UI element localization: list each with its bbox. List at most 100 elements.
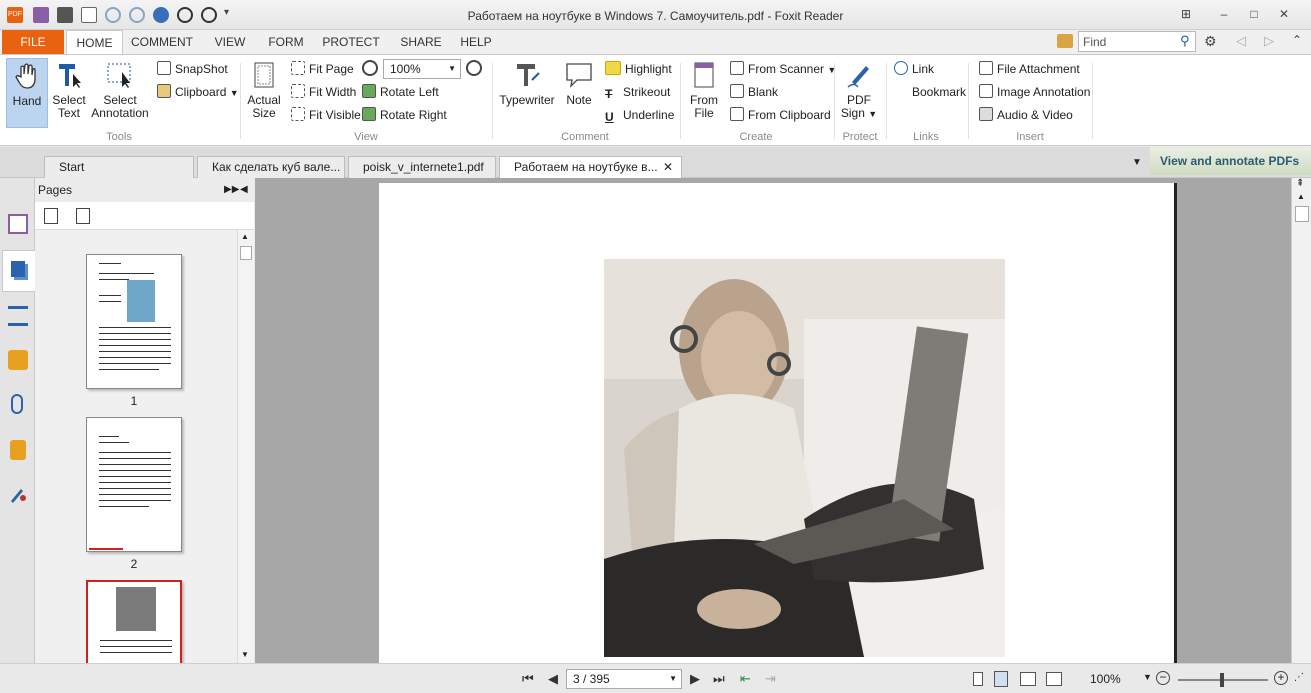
first-page-icon[interactable]: ⏮ bbox=[522, 671, 534, 687]
page-thumbnail-2[interactable] bbox=[86, 417, 182, 552]
select-annotation-button[interactable]: Select Annotation bbox=[90, 58, 150, 124]
minimize-button[interactable]: – bbox=[1214, 6, 1234, 22]
annotate-banner[interactable]: View and annotate PDFs bbox=[1150, 147, 1311, 175]
next-page-icon[interactable]: ▶ bbox=[690, 671, 700, 687]
select-text-button[interactable]: Select Text bbox=[50, 58, 88, 124]
doc-tab-poisk[interactable]: poisk_v_internete1.pdf bbox=[348, 156, 496, 178]
enlarge-thumbnail-icon[interactable] bbox=[44, 208, 58, 224]
fit-page-button[interactable]: Fit Page bbox=[291, 59, 354, 79]
tab-form[interactable]: FORM bbox=[262, 30, 310, 54]
document-view[interactable] bbox=[255, 178, 1291, 663]
document-scrollbar[interactable]: ⇞ ▲ bbox=[1291, 178, 1311, 663]
rotate-right-button[interactable]: Rotate Right bbox=[362, 105, 447, 125]
pdf-page[interactable] bbox=[379, 183, 1174, 663]
security-panel-icon[interactable] bbox=[10, 440, 26, 460]
note-button[interactable]: Note bbox=[560, 58, 598, 124]
doc-tab-start[interactable]: Start bbox=[44, 156, 194, 178]
document-scroll-thumb[interactable] bbox=[1295, 206, 1309, 222]
expand-panel-icon[interactable]: ▶▶ bbox=[224, 178, 239, 202]
from-clipboard-button[interactable]: From Clipboard bbox=[730, 105, 831, 125]
scroll-up-icon[interactable]: ▲ bbox=[1297, 192, 1305, 201]
link-button[interactable]: Link bbox=[894, 59, 934, 79]
doc-tab-noutbuk[interactable]: Работаем на ноутбуке в... ✕ bbox=[499, 156, 682, 178]
close-button[interactable]: ✕ bbox=[1274, 6, 1294, 22]
signatures-panel-icon[interactable] bbox=[8, 484, 28, 504]
thumbnail-scroll-thumb[interactable] bbox=[240, 246, 252, 260]
tab-home[interactable]: HOME bbox=[66, 30, 123, 55]
find-previous-icon[interactable]: ◁ bbox=[1236, 33, 1246, 49]
maximize-button[interactable]: □ bbox=[1244, 6, 1264, 22]
underline-button[interactable]: U Underline bbox=[605, 105, 674, 125]
strikeout-button[interactable]: T Strikeout bbox=[605, 82, 670, 102]
tab-list-dropdown-icon[interactable]: ▼ bbox=[1132, 157, 1142, 168]
tab-protect[interactable]: PROTECT bbox=[318, 30, 384, 54]
collapse-panel-icon[interactable]: ◀ bbox=[240, 178, 248, 202]
clipboard-button[interactable]: Clipboard ▼ bbox=[157, 82, 239, 102]
tab-help[interactable]: HELP bbox=[454, 30, 498, 54]
resize-grip-icon[interactable]: ⋰ bbox=[1294, 672, 1304, 683]
continuous-facing-icon[interactable] bbox=[1046, 672, 1062, 686]
create-group-label: Create bbox=[739, 131, 773, 143]
search-icon[interactable]: ⚲ bbox=[1180, 33, 1190, 49]
page-number-field[interactable]: 3 / 395 ▼ bbox=[566, 669, 682, 689]
pages-panel-tab[interactable] bbox=[2, 250, 36, 292]
highlight-button[interactable]: Highlight bbox=[605, 59, 672, 79]
thumbnail-scrollbar[interactable]: ▲ ▼ bbox=[237, 230, 254, 663]
audio-video-button[interactable]: Audio & Video bbox=[979, 105, 1073, 125]
zoom-slider-handle[interactable] bbox=[1220, 673, 1224, 687]
restore-layout-icon[interactable]: ⊞ bbox=[1176, 6, 1196, 22]
last-page-icon[interactable]: ⏭ bbox=[713, 671, 725, 687]
single-page-icon[interactable] bbox=[973, 672, 983, 686]
find-input[interactable]: Find bbox=[1078, 31, 1196, 52]
hand-tool-button[interactable]: Hand bbox=[6, 58, 48, 128]
previous-page-icon[interactable]: ◀ bbox=[548, 671, 558, 687]
blank-button[interactable]: Blank bbox=[730, 82, 778, 102]
from-file-button[interactable]: From File bbox=[686, 58, 722, 124]
layers-panel-icon[interactable] bbox=[8, 306, 28, 326]
actual-size-button[interactable]: Actual Size bbox=[246, 58, 282, 124]
next-view-icon[interactable]: ⇥ bbox=[765, 671, 776, 687]
reduce-thumbnail-icon[interactable] bbox=[76, 208, 90, 224]
fit-width-button[interactable]: Fit Width bbox=[291, 82, 356, 102]
rotate-left-button[interactable]: Rotate Left bbox=[362, 82, 439, 102]
find-next-icon[interactable]: ▷ bbox=[1264, 33, 1274, 49]
image-annotation-button[interactable]: Image Annotation bbox=[979, 82, 1090, 102]
zoom-dropdown-icon: ▼ bbox=[448, 64, 456, 73]
gear-icon[interactable]: ⚙ bbox=[1204, 33, 1217, 50]
facing-pages-icon[interactable] bbox=[1020, 672, 1036, 686]
bookmark-button[interactable]: Bookmark bbox=[894, 82, 966, 102]
snapshot-button[interactable]: SnapShot bbox=[157, 59, 228, 79]
previous-view-icon[interactable]: ⇤ bbox=[740, 671, 751, 687]
comments-panel-icon[interactable] bbox=[8, 350, 28, 370]
close-tab-icon[interactable]: ✕ bbox=[663, 157, 673, 177]
tab-comment[interactable]: COMMENT bbox=[126, 30, 198, 54]
zoom-in-icon[interactable]: + bbox=[1274, 671, 1288, 685]
fit-visible-icon bbox=[291, 107, 305, 121]
folder-search-icon[interactable] bbox=[1057, 34, 1073, 48]
page-thumbnail-1[interactable] bbox=[86, 254, 182, 389]
zoom-dropdown-icon[interactable]: ▼ bbox=[1143, 672, 1152, 682]
tab-share[interactable]: SHARE bbox=[394, 30, 448, 54]
zoom-select[interactable]: 100% ▼ bbox=[383, 59, 461, 79]
from-scanner-button[interactable]: From Scanner ▼ bbox=[730, 59, 836, 79]
page-thumbnail-3[interactable] bbox=[86, 580, 182, 663]
file-attachment-button[interactable]: File Attachment bbox=[979, 59, 1080, 79]
scroll-down-icon[interactable]: ▼ bbox=[241, 650, 249, 659]
attachments-panel-icon[interactable] bbox=[11, 394, 23, 414]
bookmarks-panel-icon[interactable] bbox=[8, 214, 28, 234]
scroll-up-icon[interactable]: ▲ bbox=[241, 232, 249, 241]
pdf-sign-button[interactable]: PDF Sign ▼ bbox=[838, 58, 880, 124]
page-number-1: 1 bbox=[130, 394, 138, 408]
zoom-in-icon[interactable] bbox=[466, 60, 482, 76]
zoom-out-icon[interactable]: − bbox=[1156, 671, 1170, 685]
continuous-page-icon[interactable] bbox=[994, 671, 1008, 687]
tab-view[interactable]: VIEW bbox=[206, 30, 254, 54]
zoom-out-icon[interactable] bbox=[362, 60, 378, 76]
zoom-level[interactable]: 100% bbox=[1090, 672, 1121, 686]
ribbon-collapse-icon[interactable]: ⌃ bbox=[1292, 33, 1302, 47]
doc-tab-kub[interactable]: Как сделать куб вале... bbox=[197, 156, 345, 178]
tab-file[interactable]: FILE bbox=[2, 30, 64, 54]
split-view-icon[interactable]: ⇞ bbox=[1296, 178, 1304, 189]
typewriter-button[interactable]: Typewriter bbox=[498, 58, 556, 124]
fit-visible-button[interactable]: Fit Visible bbox=[291, 105, 361, 125]
